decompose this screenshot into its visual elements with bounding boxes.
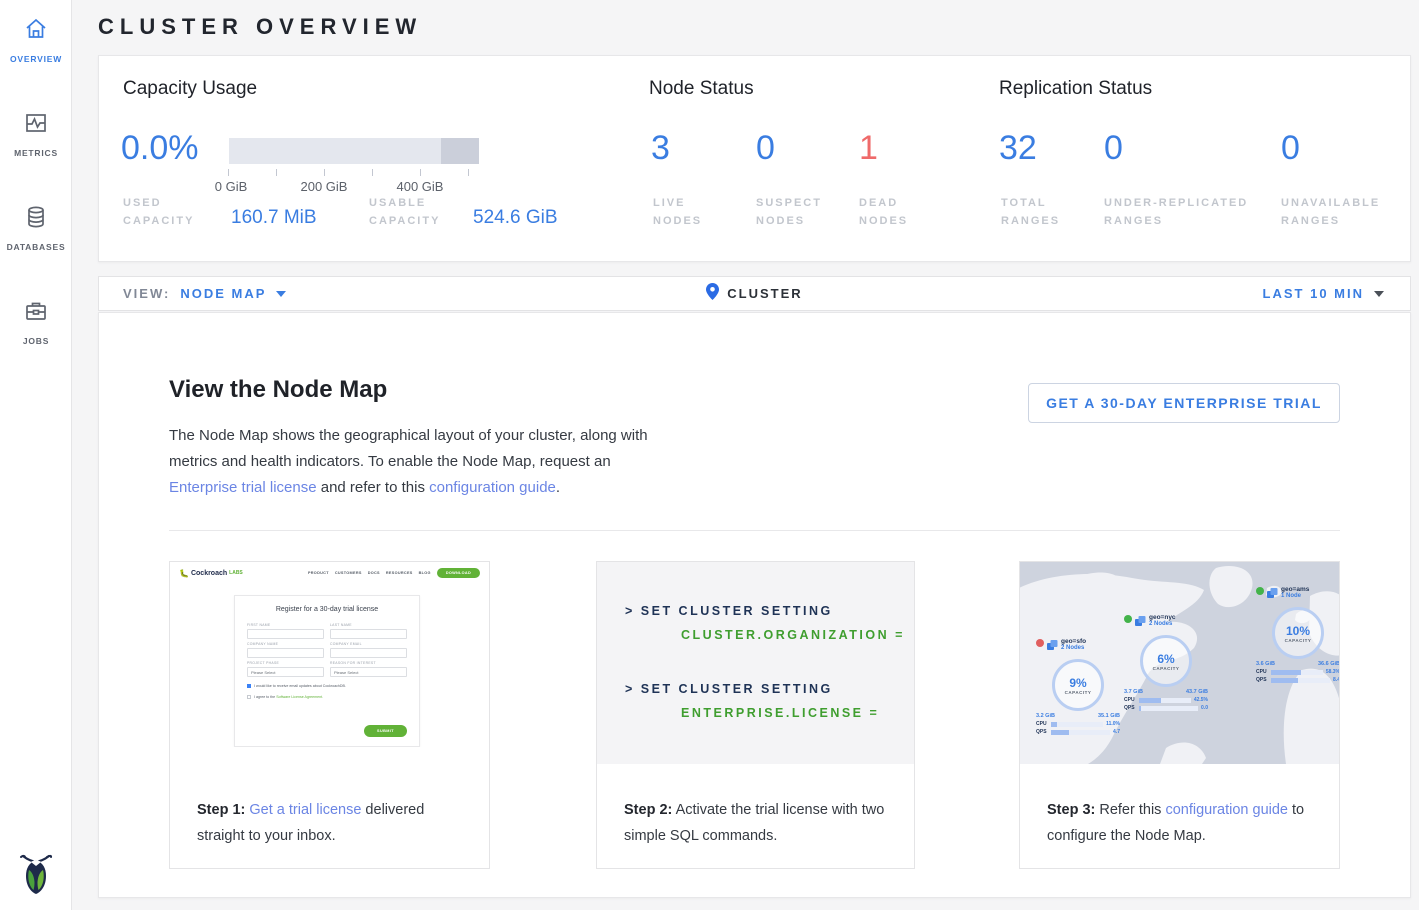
node-stack-icon <box>1047 638 1058 656</box>
capacity-usage-title: Capacity Usage <box>123 78 257 100</box>
briefcase-icon <box>23 298 49 329</box>
node-status-title: Node Status <box>649 78 754 100</box>
cluster-summary-card: Capacity Usage 0.0% 0 GiB 200 GiB 400 Gi… <box>98 55 1411 262</box>
live-nodes-label: LIVENODES <box>653 194 702 230</box>
step3-caption: Step 3: Refer this configuration guide t… <box>1047 797 1317 849</box>
node-stack-icon <box>1135 614 1146 632</box>
sidebar-item-label: JOBS <box>23 336 49 346</box>
suspect-nodes-label: SUSPECTNODES <box>756 194 822 230</box>
chevron-down-icon <box>1374 291 1384 297</box>
promo-title: View the Node Map <box>169 376 387 404</box>
home-icon <box>23 16 49 47</box>
metrics-icon <box>23 110 49 141</box>
unavailable-ranges-label: UNAVAILABLERANGES <box>1281 194 1380 230</box>
usable-capacity-value: 524.6 GiB <box>473 207 558 229</box>
configuration-guide-link[interactable]: configuration guide <box>1165 802 1288 818</box>
page-title: CLUSTER OVERVIEW <box>98 14 422 40</box>
status-dot-green <box>1124 615 1132 623</box>
node-stack-icon <box>1267 586 1278 604</box>
time-range-dropdown[interactable]: LAST 10 MIN <box>1263 286 1384 301</box>
cockroachdb-logo <box>0 850 72 896</box>
map-pin-icon <box>706 283 719 305</box>
suspect-nodes-value: 0 <box>756 129 775 168</box>
sidebar-item-label: METRICS <box>14 148 58 158</box>
step2-caption: Step 2: Activate the trial license with … <box>624 797 892 849</box>
total-ranges-label: TOTALRANGES <box>1001 194 1060 230</box>
configuration-guide-link[interactable]: configuration guide <box>429 479 556 496</box>
total-ranges-value: 32 <box>999 129 1037 168</box>
dead-nodes-label: DEADNODES <box>859 194 908 230</box>
view-toolbar: VIEW: NODE MAP CLUSTER LAST 10 MIN <box>98 276 1411 311</box>
usable-capacity-label: USABLECAPACITY <box>369 194 440 230</box>
section-divider <box>169 530 1340 531</box>
mini-download-button: DOWNLOAD <box>437 568 480 578</box>
get-enterprise-trial-button[interactable]: GET A 30-DAY ENTERPRISE TRIAL <box>1028 383 1340 423</box>
enterprise-trial-license-link[interactable]: Enterprise trial license <box>169 479 317 496</box>
mini-submit-button: SUBMIT <box>364 725 407 737</box>
capacity-gauge: 10% CAPACITY <box>1272 607 1324 659</box>
dead-nodes-value: 1 <box>859 129 878 168</box>
breadcrumb-cluster: CLUSTER <box>727 286 802 301</box>
sidebar-item-label: OVERVIEW <box>10 54 62 64</box>
sidebar-item-databases[interactable]: DATABASES <box>0 190 72 262</box>
under-replicated-ranges-value: 0 <box>1104 129 1123 168</box>
trial-registration-screenshot: 🐛 Cockroach LABS PRODUCT CUSTOMERS DOCS … <box>170 562 489 747</box>
breadcrumb[interactable]: CLUSTER <box>99 283 1410 305</box>
capacity-used-percent: 0.0% <box>121 129 199 168</box>
step3-card: geo=sfo 2 Nodes 9% CAPACITY 3.2 GiB35.1 … <box>1019 561 1340 869</box>
replication-status-title: Replication Status <box>999 78 1152 100</box>
locality-geo-ams: geo=ams 1 Node 10% CAPACITY 3.6 GiB36.6 … <box>1256 586 1339 683</box>
step1-card: 🐛 Cockroach LABS PRODUCT CUSTOMERS DOCS … <box>169 561 490 869</box>
capacity-bar-reserved-segment <box>441 138 479 164</box>
used-capacity-value: 160.7 MiB <box>231 207 317 229</box>
sidebar: OVERVIEW METRICS DATABASES <box>0 0 72 910</box>
node-map-panel: View the Node Map The Node Map shows the… <box>98 312 1411 898</box>
promo-description: The Node Map shows the geographical layo… <box>169 423 648 501</box>
sidebar-item-metrics[interactable]: METRICS <box>0 96 72 168</box>
axis-tick-0: 0 GiB <box>215 179 248 194</box>
step1-caption: Step 1: Get a trial license delivered st… <box>197 797 467 849</box>
step2-card: > SET CLUSTER SETTING CLUSTER.ORGANIZATI… <box>596 561 915 869</box>
status-dot-red <box>1036 639 1044 647</box>
cockroach-labs-mini-logo: 🐛 Cockroach LABS <box>179 569 243 578</box>
locality-geo-nyc: geo=nyc 2 Nodes 6% CAPACITY 3.7 GiB43.7 … <box>1124 614 1208 711</box>
used-capacity-label: USEDCAPACITY <box>123 194 194 230</box>
sql-code-block: > SET CLUSTER SETTING CLUSTER.ORGANIZATI… <box>597 562 914 764</box>
locality-geo-sfo: geo=sfo 2 Nodes 9% CAPACITY 3.2 GiB35.1 … <box>1036 638 1120 735</box>
capacity-bar-chart <box>229 138 479 164</box>
live-nodes-value: 3 <box>651 129 670 168</box>
sidebar-item-jobs[interactable]: JOBS <box>0 284 72 356</box>
unavailable-ranges-value: 0 <box>1281 129 1300 168</box>
capacity-gauge: 6% CAPACITY <box>1140 635 1192 687</box>
sidebar-item-overview[interactable]: OVERVIEW <box>0 2 72 74</box>
axis-tick-200: 200 GiB <box>301 179 348 194</box>
axis-tick-400: 400 GiB <box>397 179 444 194</box>
get-trial-license-link[interactable]: Get a trial license <box>249 802 361 818</box>
mini-registration-form: Register for a 30-day trial license FIRS… <box>234 595 420 747</box>
sidebar-item-label: DATABASES <box>7 242 66 252</box>
time-range-value: LAST 10 MIN <box>1263 286 1364 301</box>
database-icon <box>23 204 49 235</box>
cluster-overview-page: OVERVIEW METRICS DATABASES <box>0 0 1419 910</box>
node-map-preview-image: geo=sfo 2 Nodes 9% CAPACITY 3.2 GiB35.1 … <box>1020 562 1339 764</box>
status-dot-green <box>1256 587 1264 595</box>
under-replicated-ranges-label: UNDER-REPLICATEDRANGES <box>1104 194 1248 230</box>
capacity-gauge: 9% CAPACITY <box>1052 659 1104 711</box>
